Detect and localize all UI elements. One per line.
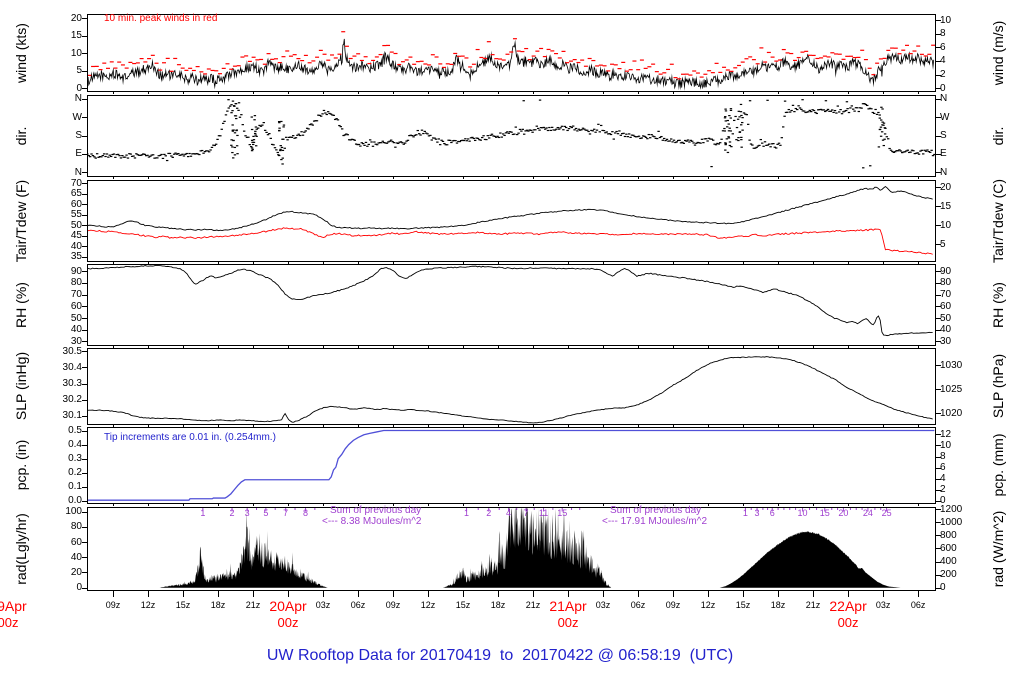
figure-title: UW Rooftop Data for 20170419 to 20170422…: [266, 647, 734, 664]
day-label-date: 19Apr: [0, 598, 27, 614]
y-tick-label: 0.5: [68, 425, 82, 437]
y-tick-label: 0.0: [68, 495, 82, 507]
x-tick-label: 06z: [350, 600, 366, 610]
sum-previous-day-value-2: <--- 17.91 MJoules/m^2: [602, 516, 708, 527]
axis-title-right: rad (W/m^2): [990, 510, 1006, 587]
x-tick-label: 12z: [420, 600, 436, 610]
x-tick-label: 09z: [385, 600, 401, 610]
x-tick-label: 18z: [490, 600, 506, 610]
axis-title-left: pcp. (in): [13, 439, 29, 491]
rad-progress-label: 1: [200, 508, 206, 518]
axis-title-right: RH (%): [990, 281, 1006, 328]
day-label-time: 00z: [837, 615, 859, 630]
axis-title-left: Tair/Tdew (F): [13, 179, 29, 262]
axis-title-right: Tair/Tdew (C): [990, 178, 1006, 263]
y-tick-label: 90: [940, 265, 952, 277]
axis-title-left: RH (%): [13, 281, 29, 328]
x-tick-label: 09z: [665, 600, 681, 610]
axis-title-right: SLP (hPa): [990, 353, 1006, 419]
axis-title-right: pcp. (mm): [990, 433, 1006, 497]
y-tick-label: 90: [70, 265, 82, 277]
x-tick-label: 15z: [735, 600, 751, 610]
y-tick-label: N: [940, 166, 948, 178]
meteogram-canvas: [0, 0, 1024, 700]
meteogram-figure: 0 5 10 15 20 0 2 4 6 8 10 wind (kts) wind (m/s) N W S E N…: [0, 0, 1024, 700]
sum-previous-day-value-1: <--- 8.38 MJoules/m^2: [322, 516, 422, 527]
wind-peak-note: 10 min. peak winds in red: [104, 13, 218, 24]
x-tick-label: 12z: [140, 600, 156, 610]
day-label-time: 00z: [557, 615, 579, 630]
y-tick-label: N: [74, 166, 82, 178]
rad-progress-label: 20: [838, 508, 849, 518]
rad-progress-label: 15: [557, 508, 568, 518]
axis-title-left: wind (kts): [13, 22, 29, 83]
day-label-time: 00z: [0, 615, 19, 630]
tip-increment-note: Tip increments are 0.01 in. (0.254mm.): [104, 432, 276, 443]
sum-previous-day-label-2: Sum of previous day: [610, 505, 702, 516]
sum-previous-day-label-1: Sum of previous day: [330, 505, 422, 516]
x-tick-label: 18z: [210, 600, 226, 610]
y-tick-label: W: [72, 111, 82, 123]
y-tick-label: W: [940, 111, 950, 123]
day-label-date: 21Apr: [549, 598, 587, 614]
axis-title-right: dir.: [990, 126, 1006, 145]
axis-title-left: SLP (inHg): [13, 351, 29, 421]
y-tick-label: 30: [940, 335, 952, 347]
rad-progress-label: 25: [881, 508, 892, 518]
x-tick-label: 18z: [770, 600, 786, 610]
x-tick-label: 15z: [175, 600, 191, 610]
rad-progress-label: 8: [303, 508, 309, 518]
x-tick-label: 06z: [630, 600, 646, 610]
y-tick-label: E: [940, 148, 947, 160]
axis-title-left: rad(Lgly/hr): [13, 512, 29, 585]
x-tick-label: 15z: [455, 600, 471, 610]
y-tick-label: N: [940, 93, 948, 105]
day-label-date: 22Apr: [829, 598, 867, 614]
x-tick-label: 12z: [700, 600, 716, 610]
rad-progress-label: 6: [769, 508, 775, 518]
x-tick-label: 06z: [910, 600, 926, 610]
axis-title-right: wind (m/s): [990, 20, 1006, 85]
y-tick-label: N: [74, 93, 82, 105]
y-tick-label: E: [75, 148, 82, 160]
y-tick-label: 0: [76, 82, 82, 94]
day-label-date: 20Apr: [269, 598, 307, 614]
x-tick-label: 09z: [105, 600, 121, 610]
axis-title-left: dir.: [13, 126, 29, 145]
day-label-time: 00z: [277, 615, 299, 630]
